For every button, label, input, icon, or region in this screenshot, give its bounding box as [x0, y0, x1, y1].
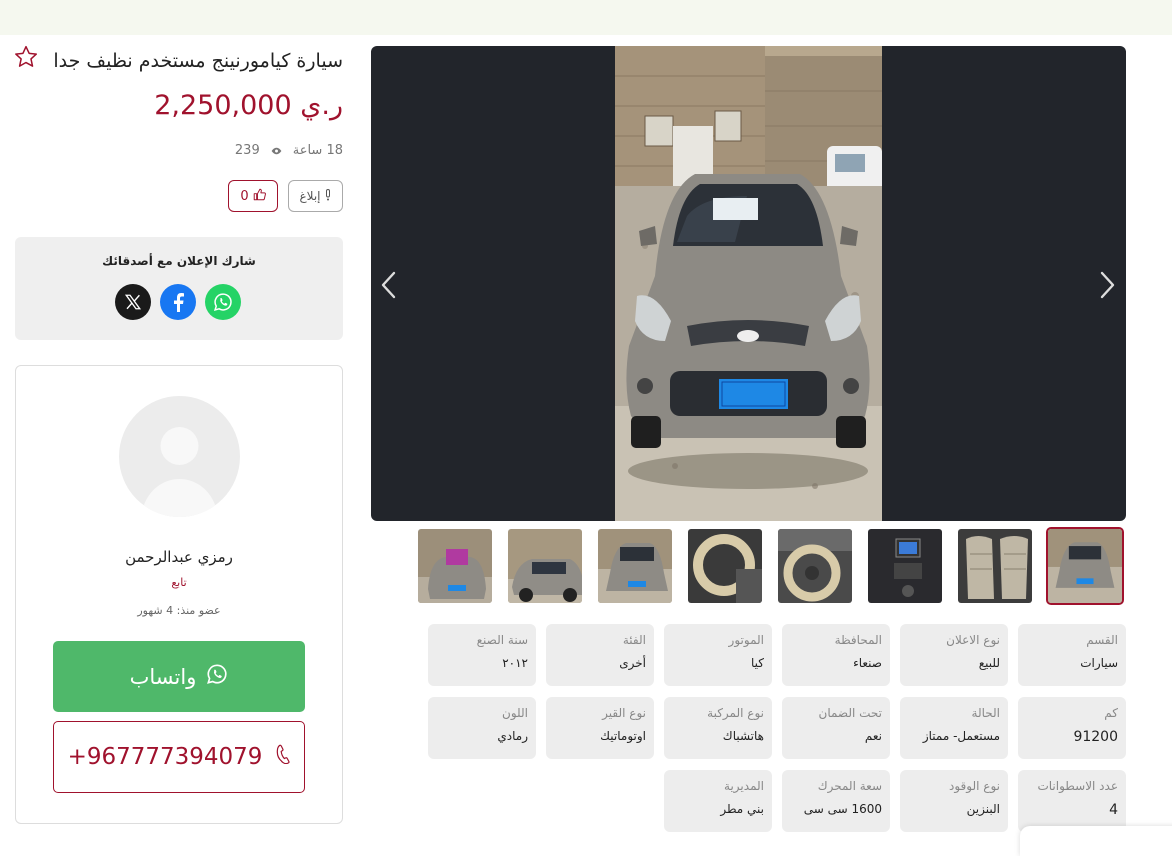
phone-button[interactable]: +967777394079: [53, 721, 305, 793]
spec-label: سعة المحرك: [817, 779, 882, 793]
whatsapp-icon: [206, 663, 228, 690]
spec-label: الموتور: [728, 633, 764, 647]
spec-card: سنة الصنع ٢٠١٢: [428, 624, 536, 686]
share-icons: [115, 284, 241, 320]
spec-card: نوع المركبة هاتشباك: [664, 697, 772, 759]
spec-label: المحافظة: [834, 633, 882, 647]
time-ago: 18 ساعة: [292, 143, 343, 158]
spec-card: الحالة مستعمل- ممتاز: [900, 697, 1008, 759]
spec-label: تحت الضمان: [818, 706, 883, 720]
spec-value: هاتشباك: [722, 729, 764, 743]
thumbnail-strip: [416, 527, 1124, 605]
spec-value: رمادي: [497, 729, 528, 743]
share-box: شارك الإعلان مع أصدقائك: [15, 237, 343, 340]
spec-value: صنعاء: [853, 656, 882, 670]
next-image-arrow-icon[interactable]: [1092, 268, 1122, 302]
spec-value: نعم: [864, 729, 882, 743]
view-count: 239: [234, 143, 260, 158]
listing-title: سيارة كيامورنينج مستخدم نظيف جدا: [53, 50, 343, 72]
facebook-icon[interactable]: [160, 284, 196, 320]
spec-card: الفئة أخرى: [546, 624, 654, 686]
spec-card: اللون رمادي: [428, 697, 536, 759]
spec-card: سعة المحرك 1600 سى سى: [782, 770, 890, 832]
spec-label: نوع الوقود: [949, 779, 1000, 793]
avatar[interactable]: [119, 396, 240, 517]
spec-card: تحت الضمان نعم: [782, 697, 890, 759]
spec-value: سيارات: [1080, 656, 1118, 670]
thumbnail[interactable]: [866, 527, 944, 605]
thumbnail[interactable]: [686, 527, 764, 605]
share-title: شارك الإعلان مع أصدقائك: [102, 254, 256, 268]
report-button[interactable]: إبلاغ: [288, 180, 343, 212]
favorite-star-icon[interactable]: [13, 44, 39, 70]
member-since: عضو منذ: 4 شهور: [137, 604, 221, 617]
spec-label: الحالة: [971, 706, 1000, 720]
whatsapp-icon[interactable]: [205, 284, 241, 320]
spec-card: نوع الاعلان للبيع: [900, 624, 1008, 686]
main-car-photo[interactable]: [615, 46, 882, 521]
thumbnail[interactable]: [956, 527, 1034, 605]
x-icon[interactable]: [115, 284, 151, 320]
spec-label: المديرية: [724, 779, 764, 793]
whatsapp-button[interactable]: واتساب: [53, 641, 305, 712]
whatsapp-button-label: واتساب: [129, 664, 197, 689]
spec-value: بني مطر: [720, 802, 764, 816]
thumbnail[interactable]: [776, 527, 854, 605]
spec-label: عدد الاسطوانات: [1037, 779, 1118, 793]
spec-card: نوع الوقود البنزين: [900, 770, 1008, 832]
thumbnail-active[interactable]: [1046, 527, 1124, 605]
listing-price: 2,250,000 ر.ي: [154, 90, 343, 121]
thumbs-up-icon: [253, 188, 266, 205]
like-count: 0: [240, 188, 249, 204]
spec-value: ٢٠١٢: [502, 656, 528, 670]
spec-label: نوع الاعلان: [946, 633, 1000, 647]
like-button[interactable]: 0: [228, 180, 278, 212]
spec-value: 91200: [1073, 729, 1118, 745]
spec-value: مستعمل- ممتاز: [922, 729, 1000, 743]
alert-icon: [324, 188, 332, 204]
spec-card: نوع القير اوتوماتيك: [546, 697, 654, 759]
spec-label: نوع القير: [602, 706, 646, 720]
spec-card: كم 91200: [1018, 697, 1126, 759]
report-label: إبلاغ: [299, 189, 321, 203]
spec-value: أخرى: [619, 656, 646, 670]
thumbnail[interactable]: [596, 527, 674, 605]
spec-label: كم: [1104, 706, 1118, 720]
phone-icon: [276, 744, 290, 770]
thumbnail[interactable]: [506, 527, 584, 605]
spec-card: المديرية بني مطر: [664, 770, 772, 832]
eye-icon: [270, 146, 283, 156]
spec-label: الفئة: [622, 633, 646, 647]
spec-value: 4: [1109, 802, 1118, 818]
top-banner: [0, 0, 1172, 35]
spec-value: اوتوماتيك: [600, 729, 646, 743]
follow-link[interactable]: تابع: [16, 576, 342, 589]
spec-label: نوع المركبة: [707, 706, 764, 720]
spec-value: كيا: [751, 656, 764, 670]
seller-card: رمزي عبدالرحمن تابع عضو منذ: 4 شهور واتس…: [15, 365, 343, 824]
previous-image-arrow-icon[interactable]: [374, 268, 404, 302]
spec-card: عدد الاسطوانات 4: [1018, 770, 1126, 832]
floating-panel-edge: [1020, 826, 1172, 856]
spec-value: للبيع: [978, 656, 1000, 670]
listing-actions: إبلاغ 0: [228, 180, 343, 212]
spec-card: المحافظة صنعاء: [782, 624, 890, 686]
spec-card: القسم سيارات: [1018, 624, 1126, 686]
spec-label: اللون: [502, 706, 528, 720]
spec-value: البنزين: [966, 802, 1000, 816]
spec-label: سنة الصنع: [476, 633, 528, 647]
spec-value: 1600 سى سى: [803, 802, 882, 816]
spec-card: الموتور كيا: [664, 624, 772, 686]
image-gallery[interactable]: [371, 46, 1126, 521]
seller-name[interactable]: رمزي عبدالرحمن: [16, 548, 342, 566]
spec-label: القسم: [1086, 633, 1118, 647]
thumbnail[interactable]: [416, 527, 494, 605]
listing-meta: 18 ساعة 239: [235, 143, 343, 158]
phone-number: +967777394079: [67, 744, 263, 770]
